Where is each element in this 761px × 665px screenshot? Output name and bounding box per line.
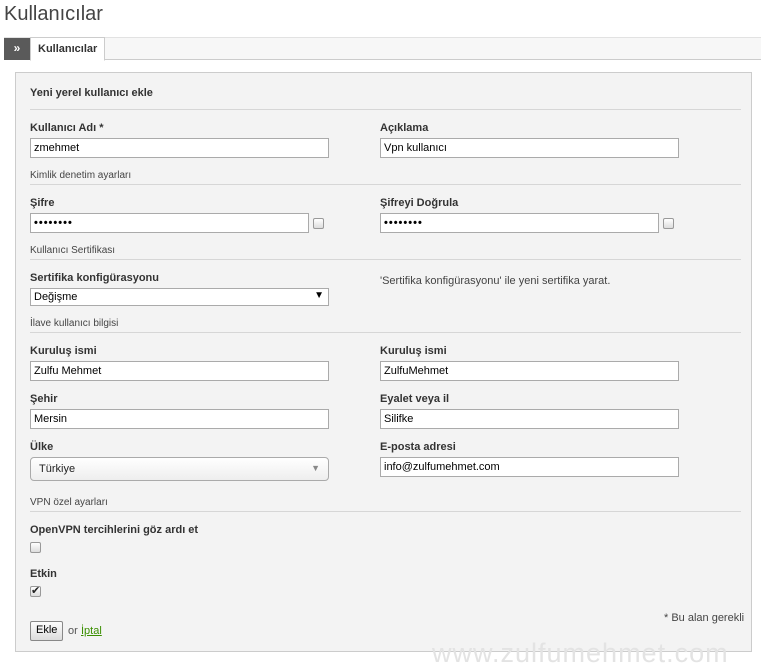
vpn-section-title: VPN özel ayarları <box>30 497 108 508</box>
cert-config-value: Değişme <box>34 291 78 303</box>
country-select[interactable]: Türkiye ▼ <box>30 457 329 481</box>
state-input[interactable]: Silifke <box>380 409 679 429</box>
divider <box>30 511 741 512</box>
organization-unit-label: Kuruluş ismi <box>380 345 447 357</box>
divider <box>30 184 741 185</box>
divider <box>30 259 741 260</box>
cancel-link[interactable]: İptal <box>81 625 102 637</box>
or-text: or <box>68 625 78 637</box>
openvpn-override-checkbox[interactable] <box>30 542 41 553</box>
organization-label: Kuruluş ismi <box>30 345 97 357</box>
confirm-password-label: Şifreyi Doğrula <box>380 197 459 209</box>
enabled-checkbox[interactable] <box>30 584 41 597</box>
show-confirm-password-checkbox[interactable] <box>663 218 674 229</box>
openvpn-override-label: OpenVPN tercihlerini göz ardı et <box>30 524 199 536</box>
page-title: Kullanıcılar <box>4 3 103 25</box>
country-label: Ülke <box>30 441 54 453</box>
watermark: www.zulfumehmet.com <box>432 638 729 665</box>
description-label: Açıklama <box>380 122 429 134</box>
username-label: Kullanıcı Adı * <box>30 122 104 134</box>
required-note: * Bu alan gerekli <box>664 612 745 624</box>
divider <box>30 109 741 110</box>
tab-users[interactable]: Kullanıcılar <box>30 37 106 61</box>
organization-input[interactable]: Zulfu Mehmet <box>30 361 329 381</box>
description-input[interactable]: Vpn kullanıcı <box>380 138 679 158</box>
username-input[interactable]: zmehmet <box>30 138 329 158</box>
city-input[interactable]: Mersin <box>30 409 329 429</box>
password-input[interactable]: •••••••• <box>30 213 309 233</box>
email-input[interactable]: info@zulfumehmet.com <box>380 457 679 477</box>
cert-note: 'Sertifika konfigürasyonu' ile yeni sert… <box>380 275 611 287</box>
dropdown-arrow-icon: ▼ <box>311 463 320 473</box>
new-user-form: Yeni yerel kullanıcı ekle Kullanıcı Adı … <box>15 72 752 652</box>
auth-section-title: Kimlik denetim ayarları <box>30 170 132 181</box>
tab-bar: » Kullanıcılar <box>4 37 761 61</box>
form-title: Yeni yerel kullanıcı ekle <box>30 87 153 99</box>
organization-unit-input[interactable]: ZulfuMehmet <box>380 361 679 381</box>
dropdown-arrow-icon: ▼ <box>314 290 324 301</box>
email-label: E-posta adresi <box>380 441 456 453</box>
show-password-checkbox[interactable] <box>313 218 324 229</box>
cert-config-label: Sertifika konfigürasyonu <box>30 272 159 284</box>
confirm-password-input[interactable]: •••••••• <box>380 213 659 233</box>
state-label: Eyalet veya il <box>380 393 450 405</box>
cert-config-select[interactable]: Değişme ▼ <box>30 288 329 306</box>
country-value: Türkiye <box>39 463 76 475</box>
city-label: Şehir <box>30 393 58 405</box>
collapse-toggle-icon[interactable]: » <box>4 38 30 60</box>
certificate-section-title: Kullanıcı Sertifikası <box>30 245 116 256</box>
add-button[interactable]: Ekle <box>30 621 64 641</box>
extra-info-section-title: İlave kullanıcı bilgisi <box>30 318 119 329</box>
password-label: Şifre <box>30 197 55 209</box>
enabled-label: Etkin <box>30 568 57 580</box>
divider <box>30 332 741 333</box>
